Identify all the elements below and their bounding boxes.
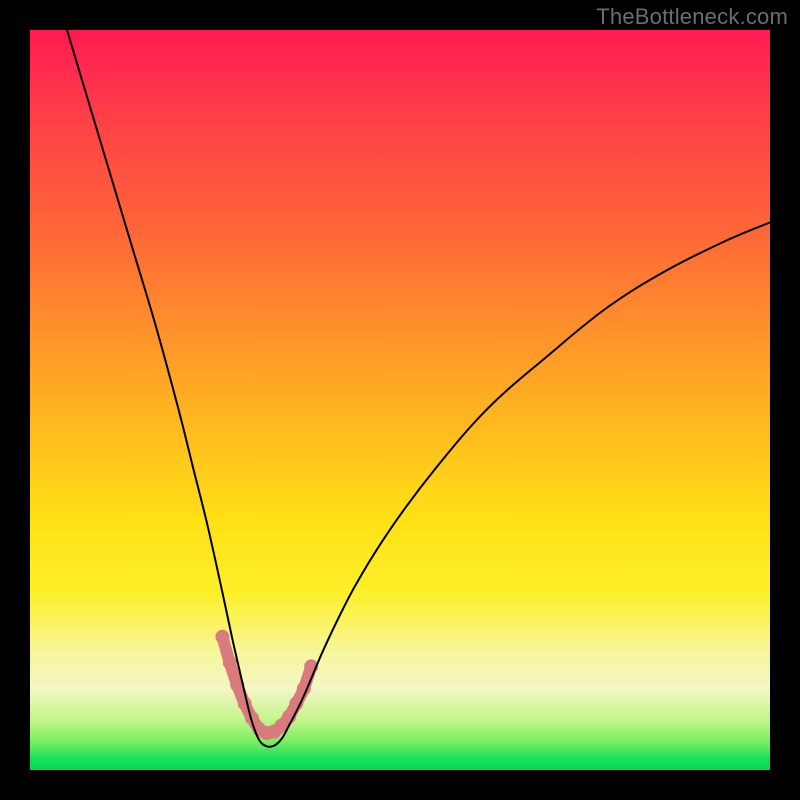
plot-area [30, 30, 770, 770]
chart-stage: TheBottleneck.com [0, 0, 800, 800]
chart-svg [30, 30, 770, 770]
highlight-bead [215, 630, 229, 644]
highlight-bead [238, 696, 252, 710]
highlight-bead [223, 656, 237, 670]
bottleneck-curve-group [67, 30, 770, 747]
attribution-text: TheBottleneck.com [596, 4, 788, 30]
highlight-band-group [215, 630, 318, 740]
bottleneck-curve-path [67, 30, 770, 747]
